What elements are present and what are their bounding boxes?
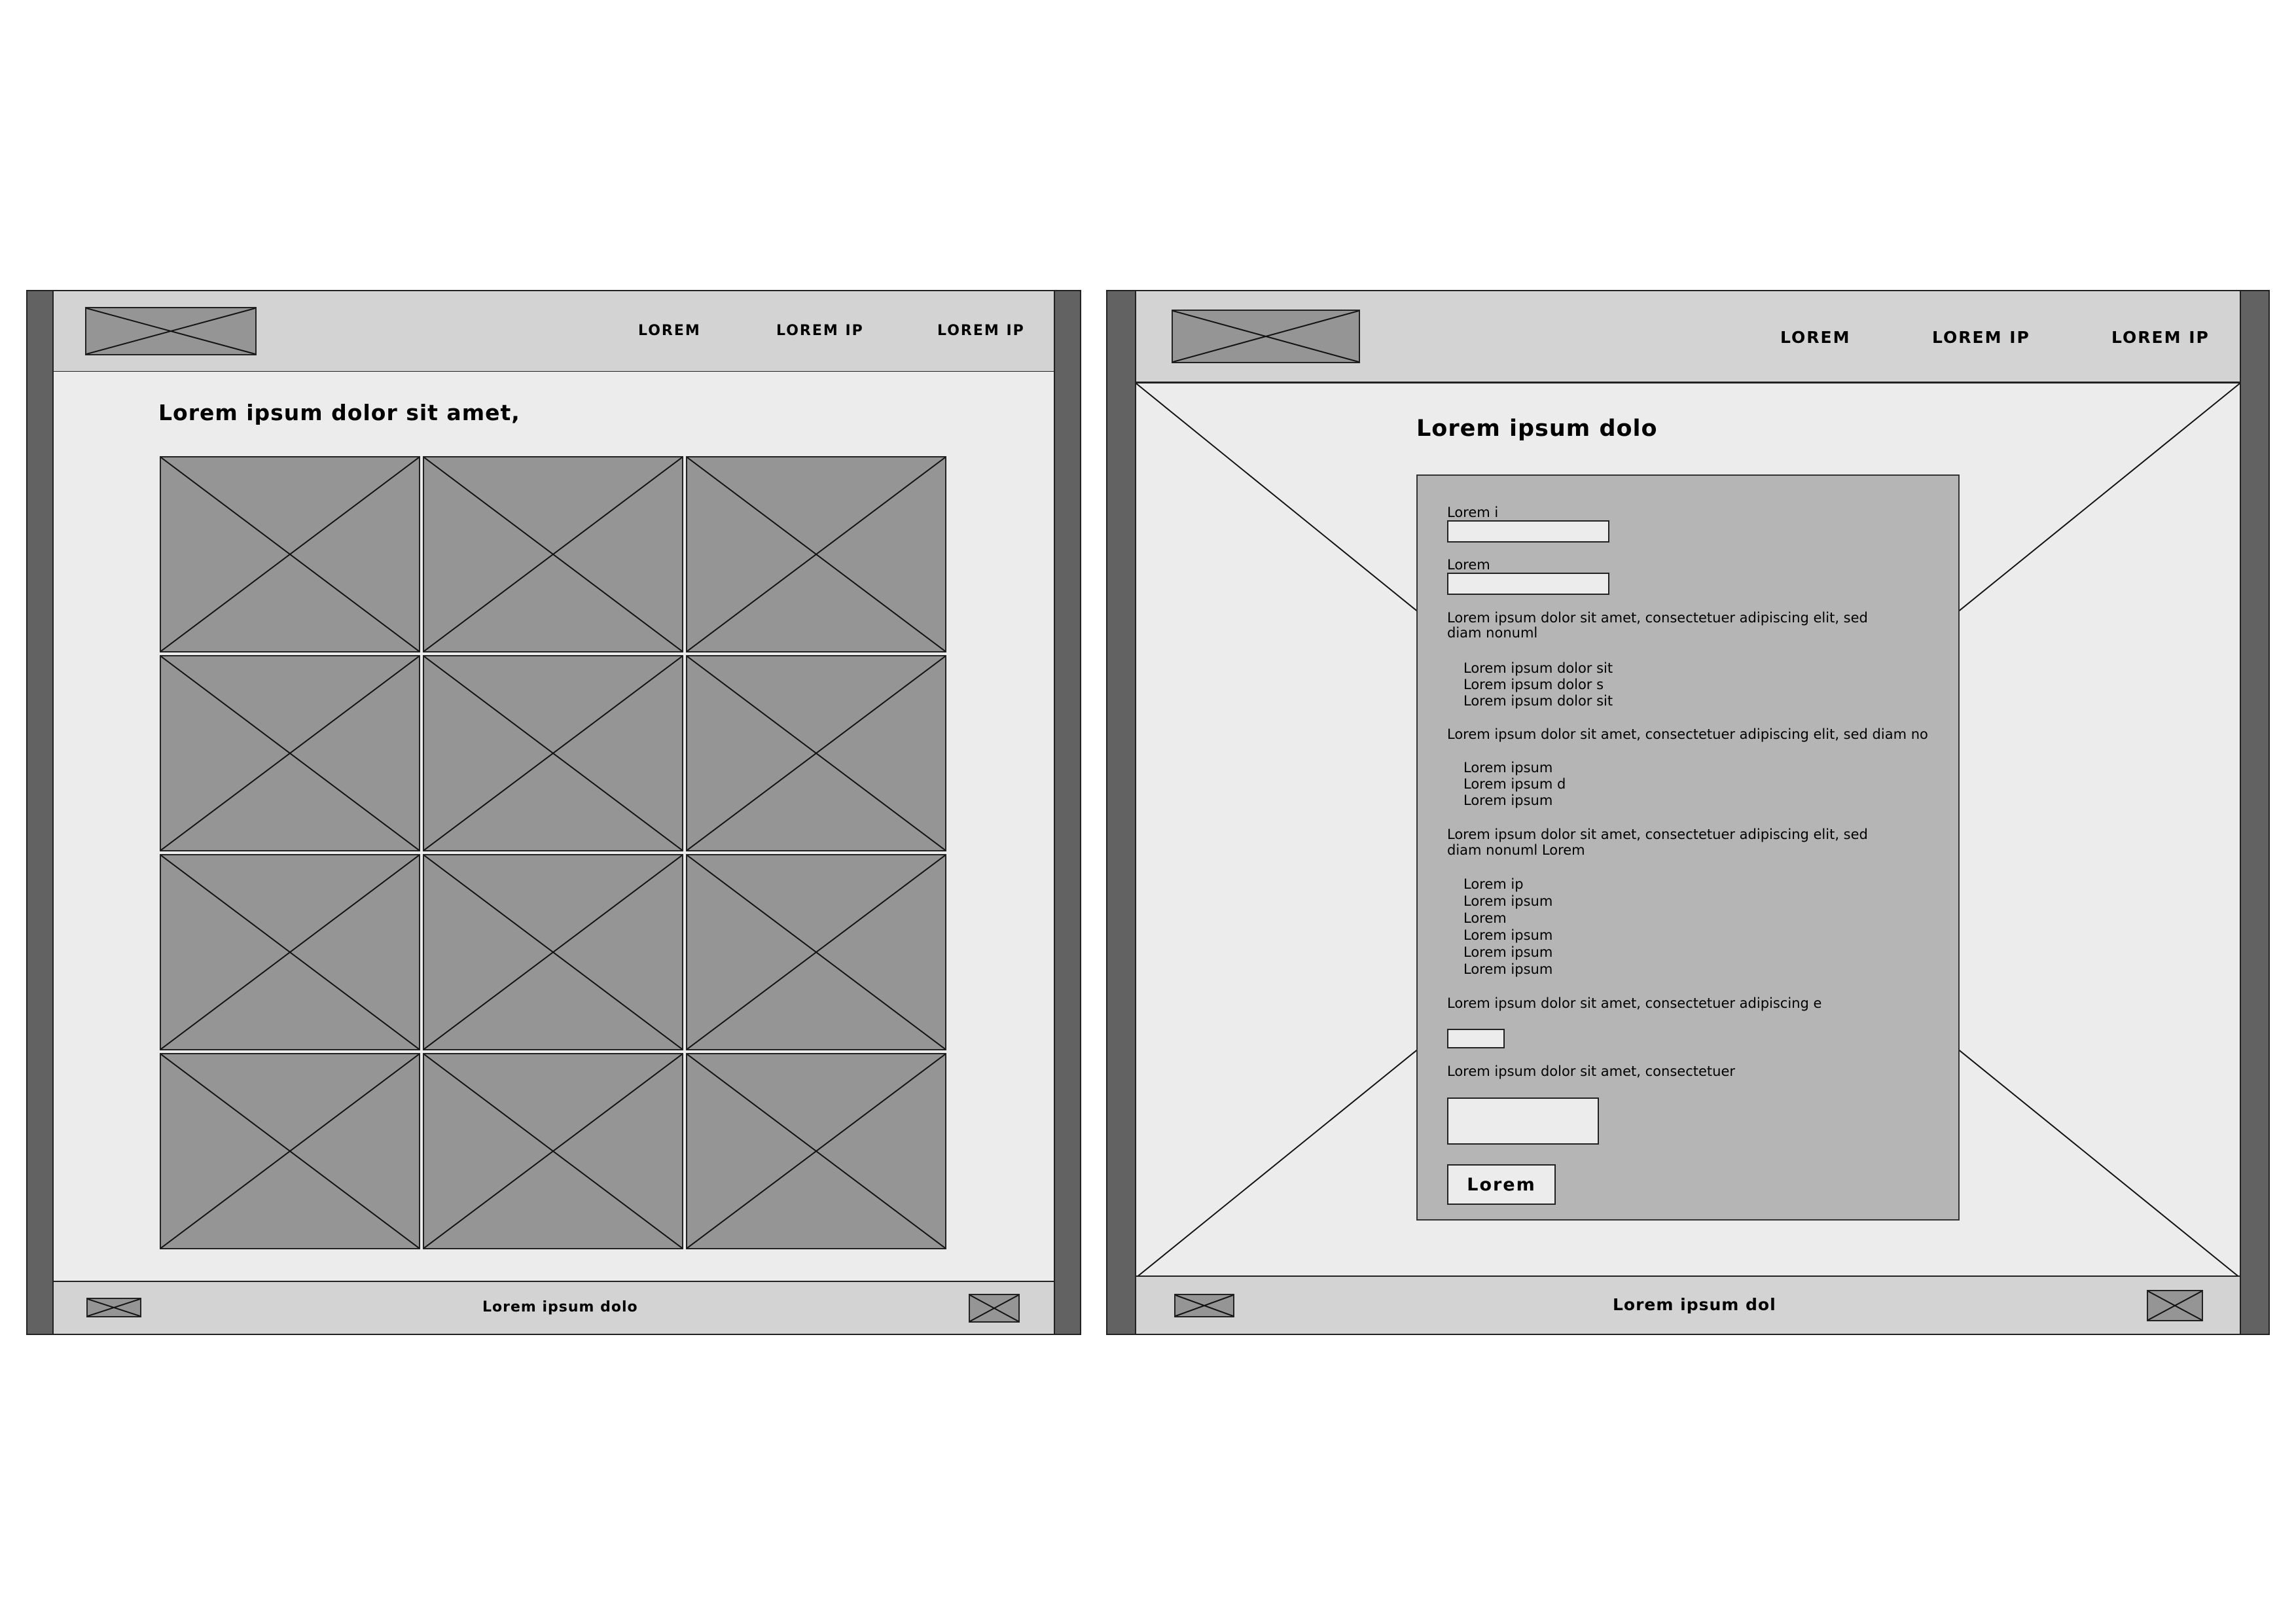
field2-label: Lorem <box>1447 557 1490 573</box>
footer-icon-left-2[interactable] <box>1174 1294 1234 1317</box>
logo-placeholder[interactable] <box>85 307 257 355</box>
right-side-rail <box>1054 290 1081 1335</box>
footer-icon-right[interactable] <box>969 1294 1020 1323</box>
image-placeholder-2[interactable] <box>423 456 683 652</box>
field1-input[interactable] <box>1447 520 1609 543</box>
submit-button[interactable]: Lorem <box>1447 1164 1556 1205</box>
footer-icon-left[interactable] <box>86 1298 141 1317</box>
form-panel: Lorem i Lorem Lorem ipsum dolor sit amet… <box>1416 474 1960 1221</box>
question-2: Lorem ipsum dolor sit amet, consectetuer… <box>1447 726 1928 742</box>
question-3-line-1: Lorem ipsum dolor sit amet, consectetuer… <box>1447 827 1868 842</box>
nav-item-lorem-ip-2[interactable]: LOREM IP <box>937 323 1025 339</box>
right-footer: Lorem ipsum dol <box>1135 1275 2241 1335</box>
option-2-1[interactable]: Lorem ipsum <box>1463 760 1552 776</box>
nav-item-lorem-ip-1[interactable]: LOREM IP <box>776 323 864 339</box>
image-placeholder-11[interactable] <box>423 1053 683 1249</box>
image-placeholder-3[interactable] <box>686 456 946 652</box>
nav-item-lorem[interactable]: LOREM <box>638 323 701 339</box>
option-1-1[interactable]: Lorem ipsum dolor sit <box>1463 660 1613 677</box>
footer-icon-right-2[interactable] <box>2147 1290 2203 1321</box>
image-placeholder-4[interactable] <box>160 655 420 851</box>
image-placeholder-7[interactable] <box>160 854 420 1050</box>
question-1-line-2: diam nonuml <box>1447 625 1538 641</box>
option-1-2[interactable]: Lorem ipsum dolor s <box>1463 677 1604 693</box>
logo-placeholder-2[interactable] <box>1172 310 1360 363</box>
left-side-rail <box>26 290 54 1335</box>
option-2-2[interactable]: Lorem ipsum d <box>1463 776 1566 793</box>
question-5: Lorem ipsum dolor sit amet, consectetuer <box>1447 1063 1735 1079</box>
image-placeholder-8[interactable] <box>423 854 683 1050</box>
nav-item-lorem-ip-4[interactable]: LOREM IP <box>2111 328 2210 347</box>
field2-input[interactable] <box>1447 573 1609 595</box>
question-1-line-1: Lorem ipsum dolor sit amet, consectetuer… <box>1447 610 1868 626</box>
image-placeholder-1[interactable] <box>160 456 420 652</box>
option-2-3[interactable]: Lorem ipsum <box>1463 793 1552 809</box>
right-header: LOREM LOREM IP LOREM IP <box>1135 290 2241 383</box>
footer-text: Lorem ipsum dolo <box>482 1299 638 1315</box>
field1-label: Lorem i <box>1447 505 1499 520</box>
option-1-3[interactable]: Lorem ipsum dolor sit <box>1463 693 1613 709</box>
form-page-title: Lorem ipsum dolo <box>1416 416 1658 442</box>
textarea[interactable] <box>1447 1097 1599 1145</box>
image-placeholder-12[interactable] <box>686 1053 946 1249</box>
nav-item-lorem-ip-3[interactable]: LOREM IP <box>1932 328 2030 347</box>
option-3-1[interactable]: Lorem ip <box>1463 876 1524 893</box>
image-placeholder-9[interactable] <box>686 854 946 1050</box>
left-side-rail-2 <box>1106 290 1136 1335</box>
footer-text-2: Lorem ipsum dol <box>1613 1295 1776 1314</box>
image-placeholder-6[interactable] <box>686 655 946 851</box>
option-3-4[interactable]: Lorem ipsum <box>1463 927 1552 944</box>
left-header: LOREM LOREM IP LOREM IP <box>52 290 1055 372</box>
right-side-rail-2 <box>2240 290 2270 1335</box>
option-3-3[interactable]: Lorem <box>1463 910 1507 927</box>
option-3-2[interactable]: Lorem ipsum <box>1463 893 1552 910</box>
page-title: Lorem ipsum dolor sit amet, <box>158 400 520 425</box>
left-footer: Lorem ipsum dolo <box>52 1281 1055 1335</box>
short-input[interactable] <box>1447 1029 1505 1048</box>
option-3-5[interactable]: Lorem ipsum <box>1463 944 1552 961</box>
image-placeholder-10[interactable] <box>160 1053 420 1249</box>
image-placeholder-5[interactable] <box>423 655 683 851</box>
nav-item-lorem-2[interactable]: LOREM <box>1780 328 1851 347</box>
question-4: Lorem ipsum dolor sit amet, consectetuer… <box>1447 995 1822 1011</box>
question-3-line-2: diam nonuml Lorem <box>1447 842 1585 858</box>
option-3-6[interactable]: Lorem ipsum <box>1463 961 1552 978</box>
